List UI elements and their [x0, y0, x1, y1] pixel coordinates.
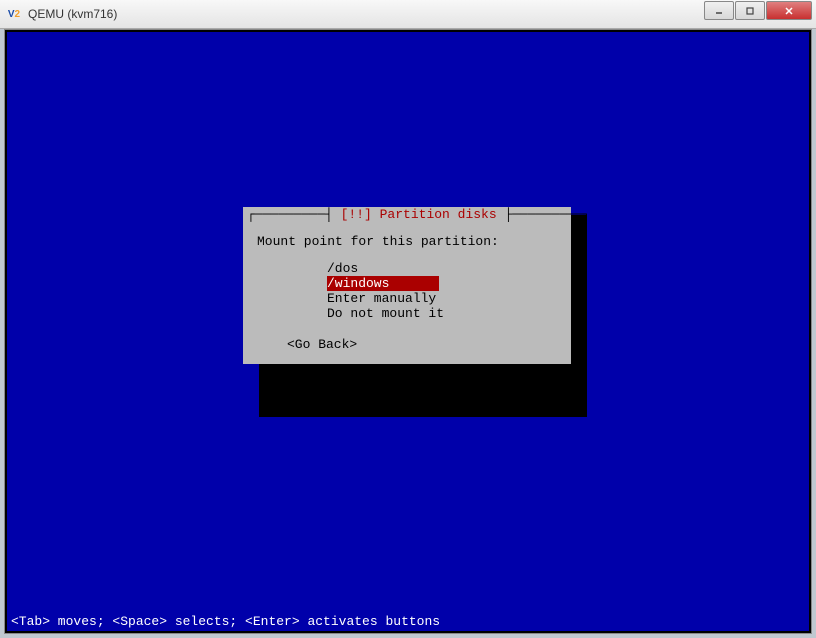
- dialog-title: [!!] Partition disks: [341, 207, 497, 222]
- maximize-button[interactable]: [735, 1, 765, 20]
- option-enter-manually[interactable]: Enter manually: [327, 291, 436, 306]
- option-windows[interactable]: /windows: [327, 276, 439, 291]
- go-back-button[interactable]: <Go Back>: [287, 337, 557, 352]
- minimize-icon: [714, 6, 724, 16]
- window-controls: [703, 1, 812, 20]
- app-icon: V2: [6, 6, 22, 22]
- maximize-icon: [745, 6, 755, 16]
- window-titlebar: V2 QEMU (kvm716): [0, 0, 816, 29]
- option-list: /dos /windows Enter manually Do not moun…: [327, 261, 557, 321]
- window-title: QEMU (kvm716): [28, 7, 117, 21]
- dialog-prompt: Mount point for this partition:: [257, 234, 557, 249]
- partition-dialog: ┌─────────┤ [!!] Partition disks ├──────…: [243, 207, 571, 364]
- close-icon: [784, 6, 794, 16]
- window-client-area: ┌─────────┤ [!!] Partition disks ├──────…: [4, 29, 812, 634]
- option-do-not-mount[interactable]: Do not mount it: [327, 306, 444, 321]
- close-button[interactable]: [766, 1, 812, 20]
- minimize-button[interactable]: [704, 1, 734, 20]
- option-dos[interactable]: /dos: [327, 261, 358, 276]
- terminal-screen: ┌─────────┤ [!!] Partition disks ├──────…: [7, 32, 809, 631]
- status-bar: <Tab> moves; <Space> selects; <Enter> ac…: [11, 614, 440, 629]
- dialog-title-row: ┌─────────┤ [!!] Partition disks ├──────…: [243, 207, 571, 222]
